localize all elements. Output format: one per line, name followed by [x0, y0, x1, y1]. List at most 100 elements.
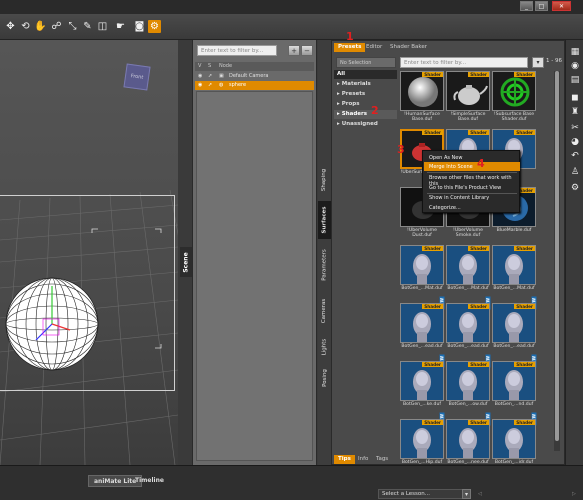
category-label: Presets: [341, 91, 366, 97]
select-icon[interactable]: ☛: [114, 20, 127, 33]
scroll-thumb[interactable]: [555, 71, 559, 441]
category-dropdown[interactable]: No Selection: [336, 57, 396, 68]
lesson-step-icon[interactable]: ▷: [572, 491, 576, 497]
scene-row-default-camera[interactable]: ◉ ➚ ▣ Default Camera: [195, 72, 314, 81]
category-props[interactable]: ▸ Props: [334, 100, 397, 109]
lesson-step-icon[interactable]: ◁: [478, 491, 482, 497]
tab-timeline[interactable]: Timeline: [130, 475, 169, 487]
preset-thumbnail[interactable]: ShaderNEWBotGen_...ead.duf: [400, 303, 444, 368]
category-presets[interactable]: ▸ Presets: [334, 90, 397, 99]
eye-icon[interactable]: ◉: [198, 73, 202, 79]
menu-go-to-product-view[interactable]: Go to this File's Product View: [424, 183, 520, 192]
pose-icon[interactable]: ☍: [50, 20, 63, 33]
transform-icon[interactable]: ✥: [4, 20, 17, 33]
figure-icon[interactable]: ♜: [569, 106, 581, 118]
undo-icon[interactable]: ↶: [569, 150, 581, 162]
add-node-button[interactable]: +: [288, 45, 300, 56]
node-column-header[interactable]: Node: [219, 63, 232, 69]
visible-column-header[interactable]: V: [198, 63, 201, 69]
tab-surfaces[interactable]: Surfaces: [318, 201, 331, 239]
smart-content-icon[interactable]: ▦: [569, 46, 581, 58]
lesson-select[interactable]: Select a Lesson...: [378, 489, 470, 499]
tab-shaping[interactable]: Shaping: [318, 160, 331, 200]
annotation-2: 2: [371, 104, 379, 117]
preset-thumbnail[interactable]: ShaderNEWBotGen_...ow.duf: [446, 361, 490, 426]
preset-thumbnail[interactable]: ShaderNEWBotGen_...nd.duf: [492, 361, 536, 426]
grab-icon[interactable]: ◫: [96, 20, 109, 33]
preset-thumbnail[interactable]: ShaderNEWBotGen_...Mat.duf: [446, 245, 490, 310]
content-library-icon[interactable]: ◉: [569, 60, 581, 72]
remove-node-button[interactable]: −: [301, 45, 313, 56]
close-button[interactable]: ✕: [552, 1, 571, 11]
render-icon[interactable]: ⚙: [148, 20, 161, 33]
view-cube[interactable]: Front: [123, 63, 151, 91]
menu-open-as-new[interactable]: Open As New: [424, 153, 520, 162]
preset-thumbnail[interactable]: ShaderNEWBotGen_...ead.duf: [446, 303, 490, 368]
preset-thumbnail[interactable]: ShaderNEWBotGen_...Mat.duf: [400, 245, 444, 310]
tab-info[interactable]: Info: [354, 455, 372, 464]
menu-show-in-content-library[interactable]: Show in Content Library: [424, 193, 520, 202]
preset-thumbnail[interactable]: Shader !Subsurface Base Shader.duf: [492, 71, 536, 125]
scene-filter-input[interactable]: Enter text to filter by...: [197, 45, 277, 56]
preset-thumbnail[interactable]: Shader !HumanSurface Base.duf: [400, 71, 444, 125]
node-label: sphere: [229, 82, 247, 88]
tab-shader-baker[interactable]: Shader Baker: [386, 43, 431, 52]
context-menu: Open As New Merge Into Scene Browse othe…: [422, 150, 520, 213]
pointer-icon[interactable]: ➚: [208, 73, 212, 79]
tab-scene[interactable]: Scene: [180, 247, 192, 277]
thumbnail-caption: BotGen_...ke.duf: [403, 402, 441, 407]
camera-icon[interactable]: ◙: [133, 20, 146, 33]
menu-browse-other-files[interactable]: Browse other files that work with this: [424, 173, 520, 187]
tab-presets[interactable]: Presets: [334, 43, 366, 52]
scene-list-area[interactable]: [196, 91, 313, 461]
hair-icon[interactable]: ✂: [569, 122, 581, 134]
viewport[interactable]: Front: [0, 40, 178, 465]
joint-icon[interactable]: ✎: [81, 20, 94, 33]
tool-settings-icon[interactable]: ◼: [569, 92, 581, 104]
thumbnail-caption: BotGen_...nd.duf: [494, 402, 534, 407]
tab-cameras[interactable]: Cameras: [318, 291, 331, 331]
maximize-button[interactable]: □: [535, 1, 548, 11]
eye-icon[interactable]: ◉: [198, 82, 202, 88]
title-bar: _ □ ✕: [0, 0, 583, 14]
pointer-icon[interactable]: ➚: [208, 82, 212, 88]
category-unassigned[interactable]: ▸ Unassigned: [334, 120, 397, 129]
preset-thumbnail[interactable]: ShaderNEWBotGen_...ke.duf: [400, 361, 444, 426]
pose-tool-icon[interactable]: ♙: [569, 166, 581, 178]
node-icon[interactable]: ⚙: [569, 182, 581, 194]
hand-icon[interactable]: ✋: [34, 20, 47, 33]
page-dropdown[interactable]: ▾: [532, 57, 544, 68]
tab-editor[interactable]: Editor: [362, 43, 386, 52]
minimize-button[interactable]: _: [520, 1, 533, 11]
thumbnail-caption: BotGen_...ead.duf: [447, 344, 489, 349]
selectable-column-header[interactable]: S: [208, 63, 211, 69]
content-filter-input[interactable]: Enter text to filter by...: [400, 57, 528, 68]
category-all[interactable]: All: [334, 70, 397, 79]
shader-badge: Shader: [422, 420, 443, 425]
category-materials[interactable]: ▸ Materials: [334, 80, 397, 89]
menu-merge-into-scene[interactable]: Merge Into Scene: [424, 162, 520, 171]
preset-thumbnail[interactable]: ShaderNEWBotGen_...ead.duf: [492, 303, 536, 368]
lesson-dropdown-arrow[interactable]: ▾: [462, 489, 471, 499]
render-settings-icon[interactable]: ▤: [569, 74, 581, 86]
content-scrollbar[interactable]: [554, 71, 560, 451]
tab-tags[interactable]: Tags: [372, 455, 392, 464]
menu-categorize[interactable]: Categorize...: [424, 203, 520, 212]
shader-mixer-icon[interactable]: ◕: [569, 136, 581, 148]
tab-tips[interactable]: Tips: [334, 455, 355, 464]
shader-badge: Shader: [422, 246, 443, 251]
preset-thumbnail[interactable]: ShaderNEWBotGen_...Mat.duf: [492, 245, 536, 310]
tab-posing[interactable]: Posing: [318, 363, 331, 393]
universal-icon[interactable]: ⟲: [19, 20, 32, 33]
bottom-bar: aniMate Lite Timeline Select a Lesson...…: [0, 465, 583, 500]
main-toolbar: ✥ ⟲ ✋ ☍ ⤡ ✎ ◫ ☛ ◙ ⚙: [0, 14, 583, 40]
scene-row-sphere[interactable]: ◉ ➚ ◍ sphere: [195, 81, 314, 90]
side-tab-strip: Shaping Surfaces Parameters Cameras Ligh…: [318, 40, 331, 465]
category-shaders[interactable]: ▸ Shaders: [334, 110, 397, 119]
scale-icon[interactable]: ⤡: [66, 20, 79, 33]
preset-thumbnail[interactable]: Shader !SimpleSurface Base.duf: [446, 71, 490, 125]
right-tool-strip: ▦ ◉ ▤ ◼ ♜ ✂ ◕ ↶ ♙ ⚙: [565, 40, 583, 465]
tab-lights[interactable]: Lights: [318, 332, 331, 362]
tab-parameters[interactable]: Parameters: [318, 240, 331, 290]
shader-badge: Shader: [422, 72, 443, 77]
